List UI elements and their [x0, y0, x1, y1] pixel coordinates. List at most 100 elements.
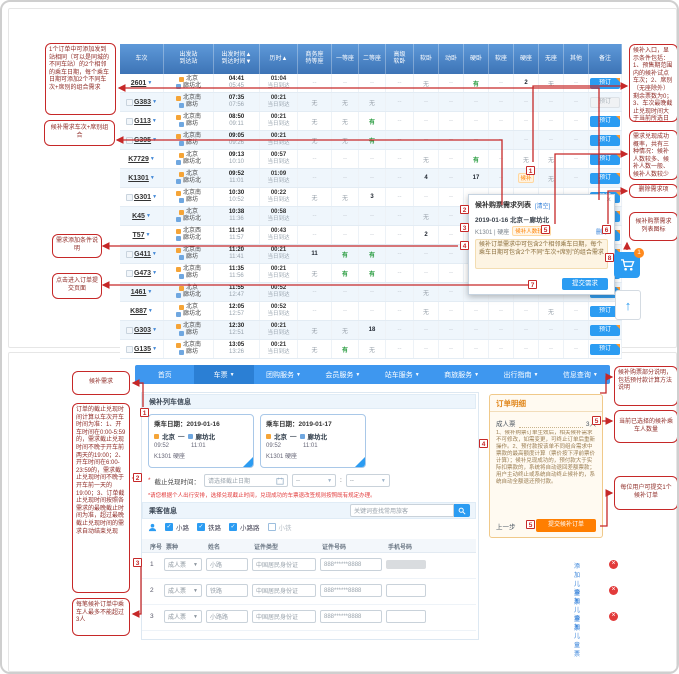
column-header[interactable]: 硬卧 — [464, 44, 489, 74]
nav-item-5[interactable]: 商旅服务▼ — [432, 365, 491, 384]
expand-caret-icon[interactable]: ▼ — [146, 213, 151, 219]
train-number-link[interactable]: T57 — [132, 232, 144, 239]
train-number-link[interactable]: K1301 — [128, 175, 149, 182]
nav-item-6[interactable]: 出行指南▼ — [491, 365, 550, 384]
delete-passenger-icon[interactable]: × — [609, 612, 618, 621]
search-input[interactable]: 关键词查找常用旅客 — [350, 504, 454, 517]
book-button[interactable]: 预订 — [590, 173, 620, 184]
column-header[interactable]: 软座 — [489, 44, 514, 74]
column-header[interactable]: 出发时间▲到达时间▼ — [214, 44, 260, 74]
column-header[interactable]: 二等座 — [359, 44, 386, 74]
book-button[interactable]: 预订 — [590, 116, 620, 127]
ticket-type-select[interactable]: 成人票▼ — [164, 610, 202, 623]
column-header[interactable]: 备注 — [589, 44, 622, 74]
passenger-name-input[interactable]: 小路路 — [206, 610, 248, 623]
train-number-link[interactable]: K45 — [132, 213, 145, 220]
checkbox-icon[interactable] — [268, 523, 276, 531]
edit-corner-icon[interactable] — [243, 457, 253, 467]
nav-item-1[interactable]: 车票▼ — [194, 365, 253, 384]
close-icon[interactable]: × — [606, 195, 611, 204]
expand-caret-icon[interactable]: ▼ — [147, 80, 152, 86]
passenger-name-input[interactable]: 铁路 — [206, 584, 248, 597]
column-header[interactable]: 硬座 — [514, 44, 539, 74]
deadline-date-input[interactable]: 请选择截止日期 — [204, 474, 288, 487]
train-number-link[interactable]: G301 — [134, 194, 151, 201]
id-type-input[interactable]: 中国居民身份证 — [252, 584, 316, 597]
add-child-ticket-link[interactable]: 添加儿童票 — [574, 613, 580, 658]
ticket-type-select[interactable]: 成人票▼ — [164, 584, 202, 597]
expand-caret-icon[interactable]: ▼ — [147, 289, 152, 295]
id-type-input[interactable]: 中国居民身份证 — [252, 558, 316, 571]
train-number-link[interactable]: 1461 — [131, 289, 147, 296]
train-number-link[interactable]: G395 — [134, 137, 151, 144]
column-header[interactable]: 高级软卧 — [386, 44, 414, 74]
phone-number-input[interactable] — [386, 584, 426, 597]
ticket-type-select[interactable]: 成人票▼ — [164, 558, 202, 571]
expand-caret-icon[interactable]: ▼ — [152, 346, 157, 352]
column-header[interactable]: 一等座 — [332, 44, 359, 74]
id-number-input[interactable]: 888******8888 — [320, 584, 382, 597]
id-number-input[interactable]: 888******8888 — [320, 610, 382, 623]
expand-caret-icon[interactable]: ▼ — [150, 156, 155, 162]
train-number-link[interactable]: G303 — [134, 327, 151, 334]
waitlist-cart-button[interactable]: 1 — [614, 252, 640, 278]
column-header[interactable]: 其他 — [564, 44, 589, 74]
column-header[interactable]: 历时▲ — [260, 44, 298, 74]
expand-caret-icon[interactable]: ▼ — [146, 232, 151, 238]
book-button[interactable]: 预订 — [590, 344, 620, 355]
nav-item-3[interactable]: 会员服务▼ — [313, 365, 372, 384]
id-number-input[interactable]: 888******8888 — [320, 558, 382, 571]
train-number-link[interactable]: G383 — [134, 99, 151, 106]
id-type-input[interactable]: 中国居民身份证 — [252, 610, 316, 623]
deadline-minute-select[interactable]: --▼ — [346, 474, 390, 487]
expand-caret-icon[interactable]: ▼ — [152, 99, 157, 105]
checkbox-icon[interactable]: ✓ — [165, 523, 173, 531]
nav-item-4[interactable]: 站车服务▼ — [373, 365, 432, 384]
frequent-passenger-option[interactable]: 小铁 — [268, 522, 292, 532]
expand-caret-icon[interactable]: ▼ — [148, 308, 153, 314]
submit-demand-button[interactable]: 提交需求 — [562, 278, 608, 290]
expand-caret-icon[interactable]: ▼ — [150, 175, 155, 181]
column-header[interactable]: 无座 — [539, 44, 564, 74]
book-button[interactable]: 预订 — [590, 154, 620, 165]
frequent-passenger-option[interactable]: ✓铁路 — [197, 522, 221, 532]
train-number-link[interactable]: 2601 — [131, 80, 147, 87]
previous-step-button[interactable]: 上一步 — [496, 521, 516, 531]
train-number-link[interactable]: G473 — [134, 270, 151, 277]
train-number-link[interactable]: K7729 — [128, 156, 149, 163]
clear-all-link[interactable]: [清空] — [535, 201, 550, 210]
passenger-name-input[interactable]: 小路 — [206, 558, 248, 571]
search-button[interactable] — [454, 504, 470, 517]
train-number-link[interactable]: G113 — [134, 118, 151, 125]
delete-passenger-icon[interactable]: × — [609, 560, 618, 569]
nav-item-7[interactable]: 信息查询▼ — [551, 365, 610, 384]
train-number-link[interactable]: G135 — [134, 346, 151, 353]
submit-waitlist-order-button[interactable]: 提交候补订单 — [536, 519, 596, 532]
edit-corner-icon[interactable] — [355, 457, 365, 467]
deadline-hour-select[interactable]: --▼ — [292, 474, 336, 487]
delete-passenger-icon[interactable]: × — [609, 586, 618, 595]
nav-item-0[interactable]: 首页 — [135, 365, 194, 384]
column-header[interactable]: 商务座特等座 — [298, 44, 332, 74]
checkbox-icon[interactable]: ✓ — [229, 523, 237, 531]
column-header[interactable]: 出发站到达站 — [164, 44, 214, 74]
column-header[interactable]: 软卧 — [414, 44, 439, 74]
book-button[interactable]: 预订 — [590, 325, 620, 336]
book-button[interactable]: 预订 — [590, 78, 620, 89]
column-header[interactable]: 动卧 — [439, 44, 464, 74]
expand-caret-icon[interactable]: ▼ — [152, 251, 157, 257]
expand-caret-icon[interactable]: ▼ — [152, 137, 157, 143]
expand-caret-icon[interactable]: ▼ — [152, 194, 157, 200]
phone-number-input[interactable] — [386, 610, 426, 623]
nav-item-2[interactable]: 团购服务▼ — [254, 365, 313, 384]
expand-caret-icon[interactable]: ▼ — [152, 118, 157, 124]
book-button[interactable]: 预订 — [590, 135, 620, 146]
expand-caret-icon[interactable]: ▼ — [152, 270, 157, 276]
checkbox-icon[interactable]: ✓ — [197, 523, 205, 531]
expand-caret-icon[interactable]: ▼ — [152, 327, 157, 333]
train-number-link[interactable]: K887 — [130, 308, 147, 315]
column-header[interactable]: 车次 — [120, 44, 164, 74]
frequent-passenger-option[interactable]: ✓小路路 — [229, 522, 260, 532]
train-number-link[interactable]: G411 — [134, 251, 151, 258]
back-to-top-button[interactable]: ↑ — [615, 290, 641, 320]
